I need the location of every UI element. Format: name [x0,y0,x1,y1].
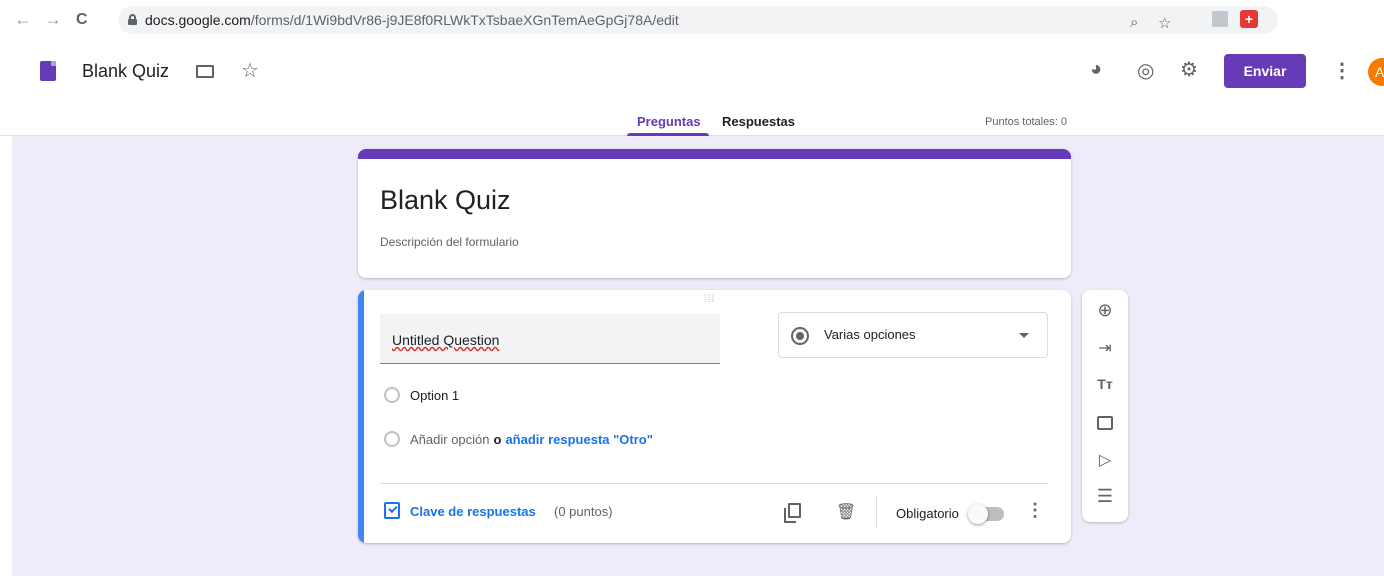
divider [876,496,877,528]
question-type-select[interactable]: Varias opciones [778,312,1048,358]
theme-accent-bar [358,149,1071,159]
required-label: Obligatorio [896,506,959,521]
question-title-text: Untitled Question [392,332,500,348]
question-card[interactable]: ⁞⁞⁞ Untitled Question Varias opciones Op… [358,290,1071,543]
more-options-icon[interactable]: ⋮ [1332,58,1352,83]
divider [380,483,1048,484]
question-more-icon[interactable]: ⋮ [1026,500,1044,521]
add-title-icon[interactable]: Tт [1082,376,1128,392]
form-canvas: Blank Quiz Descripción del formulario ⁞⁞… [12,136,1384,576]
required-toggle[interactable] [968,504,1004,524]
add-video-icon[interactable]: ▷ [1082,450,1128,470]
duplicate-icon[interactable] [784,503,801,523]
add-image-icon[interactable] [1097,416,1113,430]
trash-icon[interactable]: 🗑 [836,502,856,522]
or-text: o [493,432,502,447]
bookmark-star-icon[interactable]: ☆ [1158,14,1171,32]
question-type-label: Varias opciones [824,327,916,342]
back-icon[interactable]: ← [14,9,32,30]
option-1-input[interactable]: Option 1 [410,388,459,403]
add-section-icon[interactable]: ☰ [1082,486,1128,507]
question-title-input[interactable]: Untitled Question [380,314,720,364]
zoom-icon[interactable]: ⌕ [1130,14,1138,31]
answer-key-link[interactable]: Clave de respuestas [410,504,536,519]
send-button[interactable]: Enviar [1224,54,1306,88]
avatar[interactable]: A [1368,58,1384,86]
form-title-card[interactable]: Blank Quiz Descripción del formulario [358,149,1071,278]
form-title[interactable]: Blank Quiz [380,185,511,216]
add-option-row: Añadir opción o añadir respuesta "Otro" [410,432,653,447]
star-icon[interactable]: ☆ [241,58,259,83]
import-questions-icon[interactable]: ⇥ [1082,338,1128,358]
add-question-icon[interactable]: ⊕ [1082,300,1128,321]
option-radio-icon [384,387,400,403]
preview-eye-icon[interactable]: ◎ [1137,58,1154,83]
forms-header: Blank Quiz ☆ ◕ ◎ ⚙ Enviar ⋮ A Preguntas … [0,40,1384,136]
folder-icon[interactable] [196,65,214,78]
answer-key-icon[interactable] [384,502,400,519]
reload-icon[interactable]: C [76,11,88,29]
add-option-radio-icon [384,431,400,447]
forms-logo-icon[interactable] [40,61,56,81]
answer-points: (0 puntos) [554,504,613,519]
address-bar[interactable]: docs.google.com/forms/d/1Wi9bdVr86-j9JE8… [118,6,1278,34]
drag-handle-icon[interactable]: ⁞⁞⁞ [704,294,715,305]
active-card-indicator [358,290,364,543]
chevron-down-icon [1019,333,1029,338]
forward-icon[interactable]: → [44,9,62,30]
addon-extension-icon[interactable]: + [1240,10,1258,28]
form-description[interactable]: Descripción del formulario [380,235,519,249]
browser-toolbar: ← → C docs.google.com/forms/d/1Wi9bdVr86… [0,0,1384,40]
radio-button-icon [791,327,809,345]
total-points: Puntos totales: 0 [985,116,1067,128]
pdf-extension-icon[interactable] [1212,11,1228,27]
lock-icon [128,14,137,25]
document-title[interactable]: Blank Quiz [82,61,169,82]
palette-icon[interactable]: ◕ [1090,58,1102,81]
floating-toolbar: ⊕ ⇥ Tт ▷ ☰ [1082,290,1128,522]
url-text: docs.google.com/forms/d/1Wi9bdVr86-j9JE8… [145,12,679,28]
settings-gear-icon[interactable]: ⚙ [1180,57,1198,82]
add-other-link[interactable]: añadir respuesta "Otro" [505,432,652,447]
add-option-link[interactable]: Añadir opción [410,432,490,447]
tab-questions[interactable]: Preguntas [637,114,701,129]
tab-responses[interactable]: Respuestas [722,114,795,129]
